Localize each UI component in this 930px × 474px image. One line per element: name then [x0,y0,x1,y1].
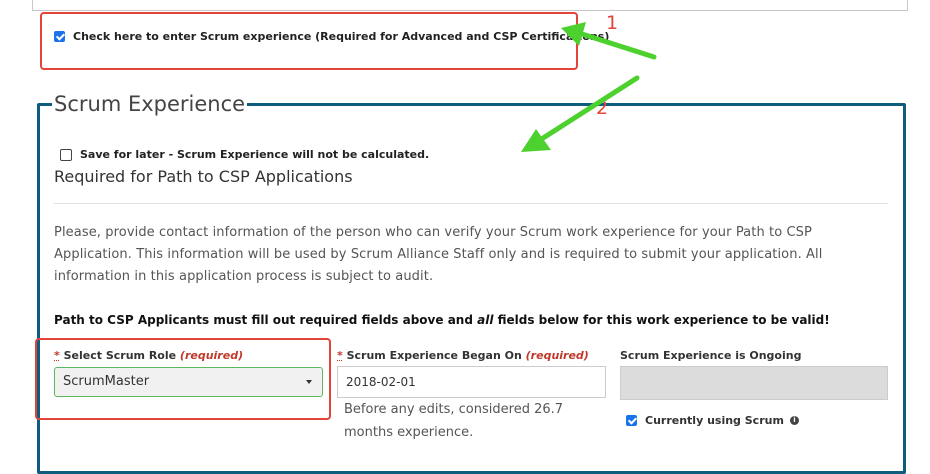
divider [54,203,888,204]
info-icon[interactable]: i [789,416,799,425]
highlight-box-role [35,338,331,420]
save-for-later-row[interactable]: Save for later - Scrum Experience will n… [60,148,429,161]
csp-note: Path to CSP Applicants must fill out req… [54,313,830,327]
callout-number-1: 1 [606,12,619,34]
csp-note-prefix: Path to CSP Applicants must fill out req… [54,313,478,327]
began-required-text: (required) [525,349,589,362]
callout-number-2: 2 [596,97,609,119]
began-date-input[interactable]: 2018-02-01 [337,366,606,398]
ongoing-input [620,366,888,400]
section-heading: Required for Path to CSP Applications [54,167,353,186]
experience-hint: Before any edits, considered 26.7 months… [344,402,564,440]
save-for-later-label[interactable]: Save for later - Scrum Experience will n… [80,148,429,161]
section-legend: Scrum Experience [54,92,246,116]
currently-using-row[interactable]: Currently using Scrum i [626,414,799,427]
previous-section-box [32,0,908,11]
currently-using-checkbox[interactable] [626,415,637,426]
ongoing-label: Scrum Experience is Ongoing [620,349,802,362]
began-required-star: * [337,349,343,362]
csp-note-italic: all [477,313,494,327]
highlight-box-checkbox [40,12,578,70]
description-text: Please, provide contact information of t… [54,225,823,284]
csp-note-suffix: fields below for this work experience to… [493,313,830,327]
currently-using-label[interactable]: Currently using Scrum [645,414,784,427]
save-for-later-checkbox[interactable] [60,148,72,161]
began-label: * Scrum Experience Began On (required) [337,349,589,362]
began-label-text: Scrum Experience Began On [346,349,526,362]
